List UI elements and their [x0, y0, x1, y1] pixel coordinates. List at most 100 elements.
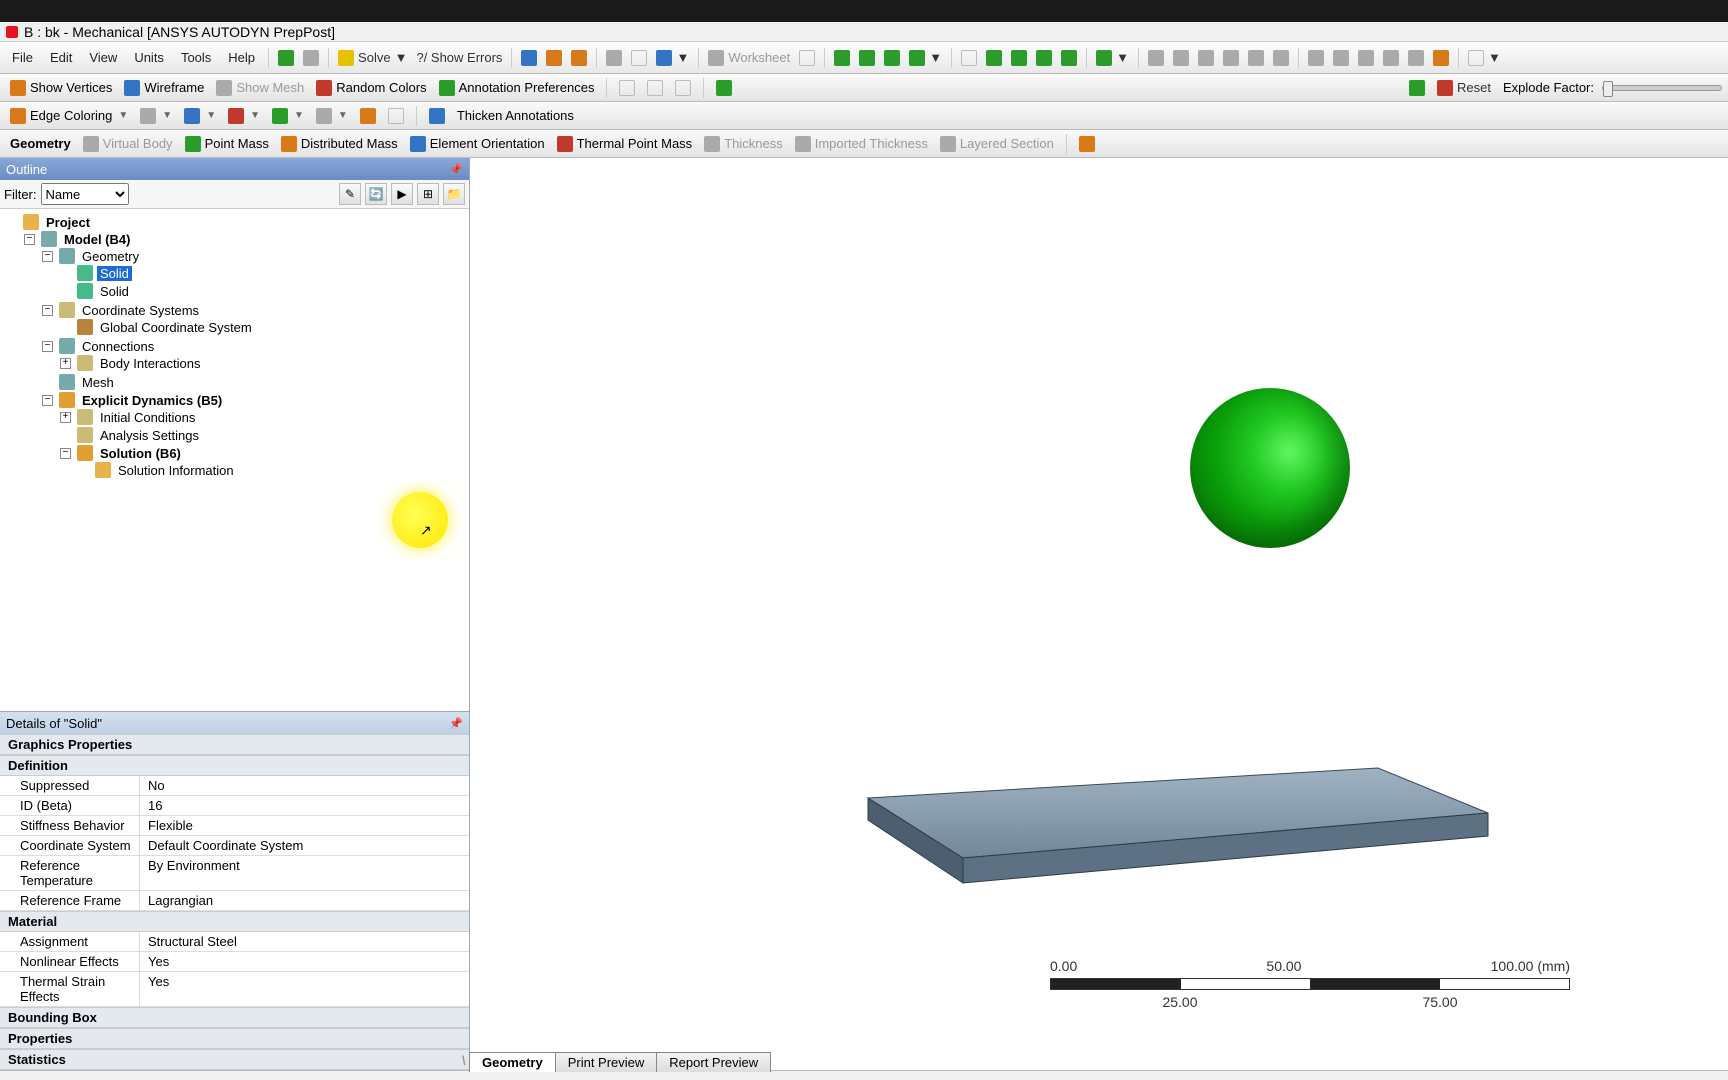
extend-sel-3[interactable]: [1032, 48, 1056, 68]
sel-box[interactable]: [957, 48, 981, 68]
tree-solid-2[interactable]: Solid: [97, 284, 132, 299]
cat-bounding-box[interactable]: Bounding Box: [0, 1007, 469, 1028]
reset-explode-button[interactable]: [1405, 78, 1429, 98]
tree-connections[interactable]: Connections: [79, 339, 157, 354]
cat-statistics[interactable]: Statistics: [0, 1049, 469, 1070]
extend-sel-4[interactable]: [1057, 48, 1081, 68]
pointer-tool[interactable]: [795, 48, 819, 68]
viewport-plate-body[interactable]: [858, 758, 1498, 901]
filter-expand-all[interactable]: ⊞: [417, 183, 439, 205]
edge-opt-5[interactable]: ▼: [312, 106, 352, 126]
thicken-annotations-button[interactable]: Thicken Annotations: [453, 108, 578, 123]
expand-icon[interactable]: −: [42, 341, 53, 352]
tree-solution-info[interactable]: Solution Information: [115, 463, 237, 478]
expand-icon[interactable]: −: [60, 448, 71, 459]
prop-assignment[interactable]: AssignmentStructural Steel: [0, 932, 469, 952]
solve-button[interactable]: Solve▼: [334, 48, 411, 68]
prop-ref-temp[interactable]: Reference TemperatureBy Environment: [0, 856, 469, 891]
tree-analysis-settings[interactable]: Analysis Settings: [97, 428, 202, 443]
sel-edge[interactable]: [855, 48, 879, 68]
tool-d[interactable]: [602, 48, 626, 68]
cat-properties[interactable]: Properties: [0, 1028, 469, 1049]
tab-report-preview[interactable]: Report Preview: [656, 1052, 771, 1072]
tree-global-cs[interactable]: Global Coordinate System: [97, 320, 255, 335]
thickness-button[interactable]: Thickness: [700, 136, 787, 152]
menu-help[interactable]: Help: [220, 48, 263, 67]
sel-vertex[interactable]: [830, 48, 854, 68]
cat-graphics[interactable]: Graphics Properties: [0, 734, 469, 755]
edge-opt-7[interactable]: [384, 106, 408, 126]
layered-section-button[interactable]: Layered Section: [936, 136, 1058, 152]
sel-body[interactable]: ▼: [905, 48, 946, 68]
show-errors-button[interactable]: ?/ Show Errors: [412, 48, 506, 67]
prop-nonlinear[interactable]: Nonlinear EffectsYes: [0, 952, 469, 972]
edge-opt-4[interactable]: ▼: [268, 106, 308, 126]
pan-tool[interactable]: [1169, 48, 1193, 68]
show-mesh-button[interactable]: Show Mesh: [212, 80, 308, 96]
cs-local[interactable]: [615, 78, 639, 98]
menu-tools[interactable]: Tools: [173, 48, 219, 67]
next-view[interactable]: [1379, 48, 1403, 68]
tool-c[interactable]: [567, 48, 591, 68]
outline-tree[interactable]: Project −Model (B4) −Geometry Solid Soli…: [0, 209, 469, 711]
expand-icon[interactable]: +: [60, 412, 71, 423]
filter-select[interactable]: Name: [41, 183, 129, 205]
prop-cs[interactable]: Coordinate SystemDefault Coordinate Syst…: [0, 836, 469, 856]
tree-body-interactions[interactable]: Body Interactions: [97, 356, 203, 371]
look-at[interactable]: [1269, 48, 1293, 68]
outline-header[interactable]: Outline 📌: [0, 158, 469, 180]
filter-tool-3[interactable]: ▶: [391, 183, 413, 205]
worksheet-button[interactable]: Worksheet: [704, 48, 794, 68]
pin-icon[interactable]: 📌: [449, 717, 463, 730]
edge-opt-6[interactable]: [356, 106, 380, 126]
edge-coloring-button[interactable]: Edge Coloring▼: [6, 108, 132, 124]
edge-opt-3[interactable]: ▼: [224, 106, 264, 126]
expand-icon[interactable]: −: [42, 251, 53, 262]
zoom-fit[interactable]: [1244, 48, 1268, 68]
tab-print-preview[interactable]: Print Preview: [555, 1052, 658, 1072]
tool-e[interactable]: [627, 48, 651, 68]
point-mass-button[interactable]: Point Mass: [181, 136, 273, 152]
imported-thickness-button[interactable]: Imported Thickness: [791, 136, 932, 152]
tool-a[interactable]: [517, 48, 541, 68]
tag-tool[interactable]: [1429, 48, 1453, 68]
prop-stiffness[interactable]: Stiffness BehaviorFlexible: [0, 816, 469, 836]
move-button[interactable]: [299, 48, 323, 68]
distributed-mass-button[interactable]: Distributed Mass: [277, 136, 402, 152]
extend-sel-1[interactable]: [982, 48, 1006, 68]
tree-solid-1[interactable]: Solid: [97, 266, 132, 281]
cat-definition[interactable]: Definition: [0, 755, 469, 776]
tab-geometry[interactable]: Geometry: [469, 1052, 556, 1072]
view-iso[interactable]: ▼: [1092, 48, 1133, 68]
tool-b[interactable]: [542, 48, 566, 68]
cs-global[interactable]: [643, 78, 667, 98]
tree-model[interactable]: Model (B4): [61, 232, 133, 247]
filter-tool-1[interactable]: ✎: [339, 183, 361, 205]
show-vertices-button[interactable]: Show Vertices: [6, 80, 116, 96]
prev-view[interactable]: [1354, 48, 1378, 68]
cs-cyl[interactable]: [671, 78, 695, 98]
viewport-sphere-body[interactable]: [1190, 388, 1350, 548]
tree-explicit-dynamics[interactable]: Explicit Dynamics (B5): [79, 393, 225, 408]
thermal-point-mass-button[interactable]: Thermal Point Mass: [553, 136, 697, 152]
zoom-tool[interactable]: [1194, 48, 1218, 68]
magnify-plus[interactable]: [1304, 48, 1328, 68]
refresh-button[interactable]: [274, 48, 298, 68]
menu-units[interactable]: Units: [126, 48, 172, 67]
reset-button[interactable]: Reset: [1433, 78, 1495, 98]
wireframe-button[interactable]: Wireframe: [120, 80, 208, 96]
cat-material[interactable]: Material: [0, 911, 469, 932]
expand-icon[interactable]: −: [42, 305, 53, 316]
expand-icon[interactable]: −: [24, 234, 35, 245]
extend-sel-2[interactable]: [1007, 48, 1031, 68]
geom-tool[interactable]: [1075, 134, 1099, 154]
edge-opt-1[interactable]: ▼: [136, 106, 176, 126]
tool-f[interactable]: ▼: [652, 48, 693, 68]
prop-thermal[interactable]: Thermal Strain EffectsYes: [0, 972, 469, 1007]
tree-coordinate-systems[interactable]: Coordinate Systems: [79, 303, 202, 318]
expand-icon[interactable]: +: [60, 358, 71, 369]
graphics-viewport[interactable]: 0.00 50.00 100.00 (mm) 25.00 75.00 Geome…: [470, 158, 1728, 1070]
clipboard-tool[interactable]: ▼: [1464, 48, 1505, 68]
tree-solution[interactable]: Solution (B6): [97, 446, 184, 461]
explode-slider[interactable]: [1602, 85, 1722, 91]
